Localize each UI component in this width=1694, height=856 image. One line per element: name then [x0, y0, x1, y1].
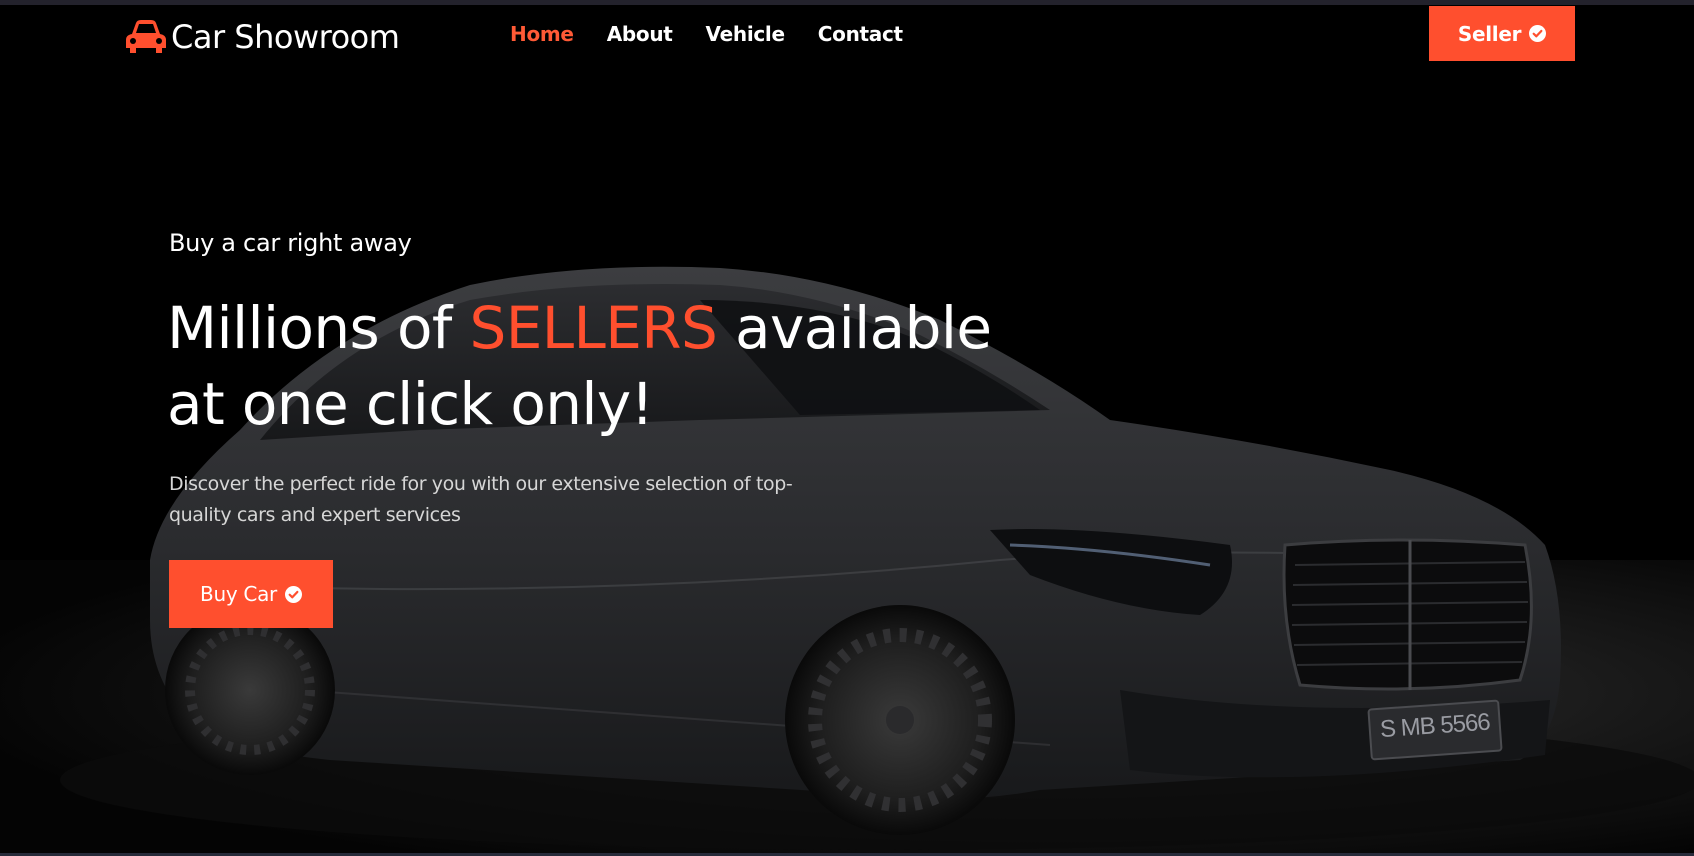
headline-text-start: Millions of	[167, 294, 470, 362]
nav-about-link[interactable]: About	[607, 22, 673, 46]
main-menu: Home About Vehicle Contact	[510, 22, 936, 46]
navbar: Car Showroom Home About Vehicle Contact …	[0, 5, 1694, 63]
nav-vehicle-link[interactable]: Vehicle	[706, 22, 786, 46]
headline-accent: SELLERS	[469, 294, 718, 362]
nav-home-link[interactable]: Home	[510, 22, 574, 46]
hero-headline: Millions of SELLERS available at one cli…	[167, 290, 1027, 442]
check-circle-icon	[284, 585, 302, 603]
nav-contact-link[interactable]: Contact	[818, 22, 903, 46]
buy-car-label: Buy Car	[200, 582, 277, 606]
hero-description: Discover the perfect ride for you with o…	[169, 473, 793, 526]
check-circle-icon	[1529, 25, 1547, 42]
hero-page: Car Showroom Home About Vehicle Contact …	[0, 0, 1694, 856]
car-icon	[126, 20, 166, 53]
seller-button-label: Seller	[1457, 21, 1522, 46]
seller-button[interactable]: Seller	[1429, 6, 1575, 61]
buy-car-button[interactable]: Buy Car	[169, 560, 333, 628]
brand-logo[interactable]: Car Showroom	[124, 17, 400, 57]
hero-tagline: Buy a car right away	[169, 229, 412, 257]
brand-name: Car Showroom	[171, 18, 400, 56]
